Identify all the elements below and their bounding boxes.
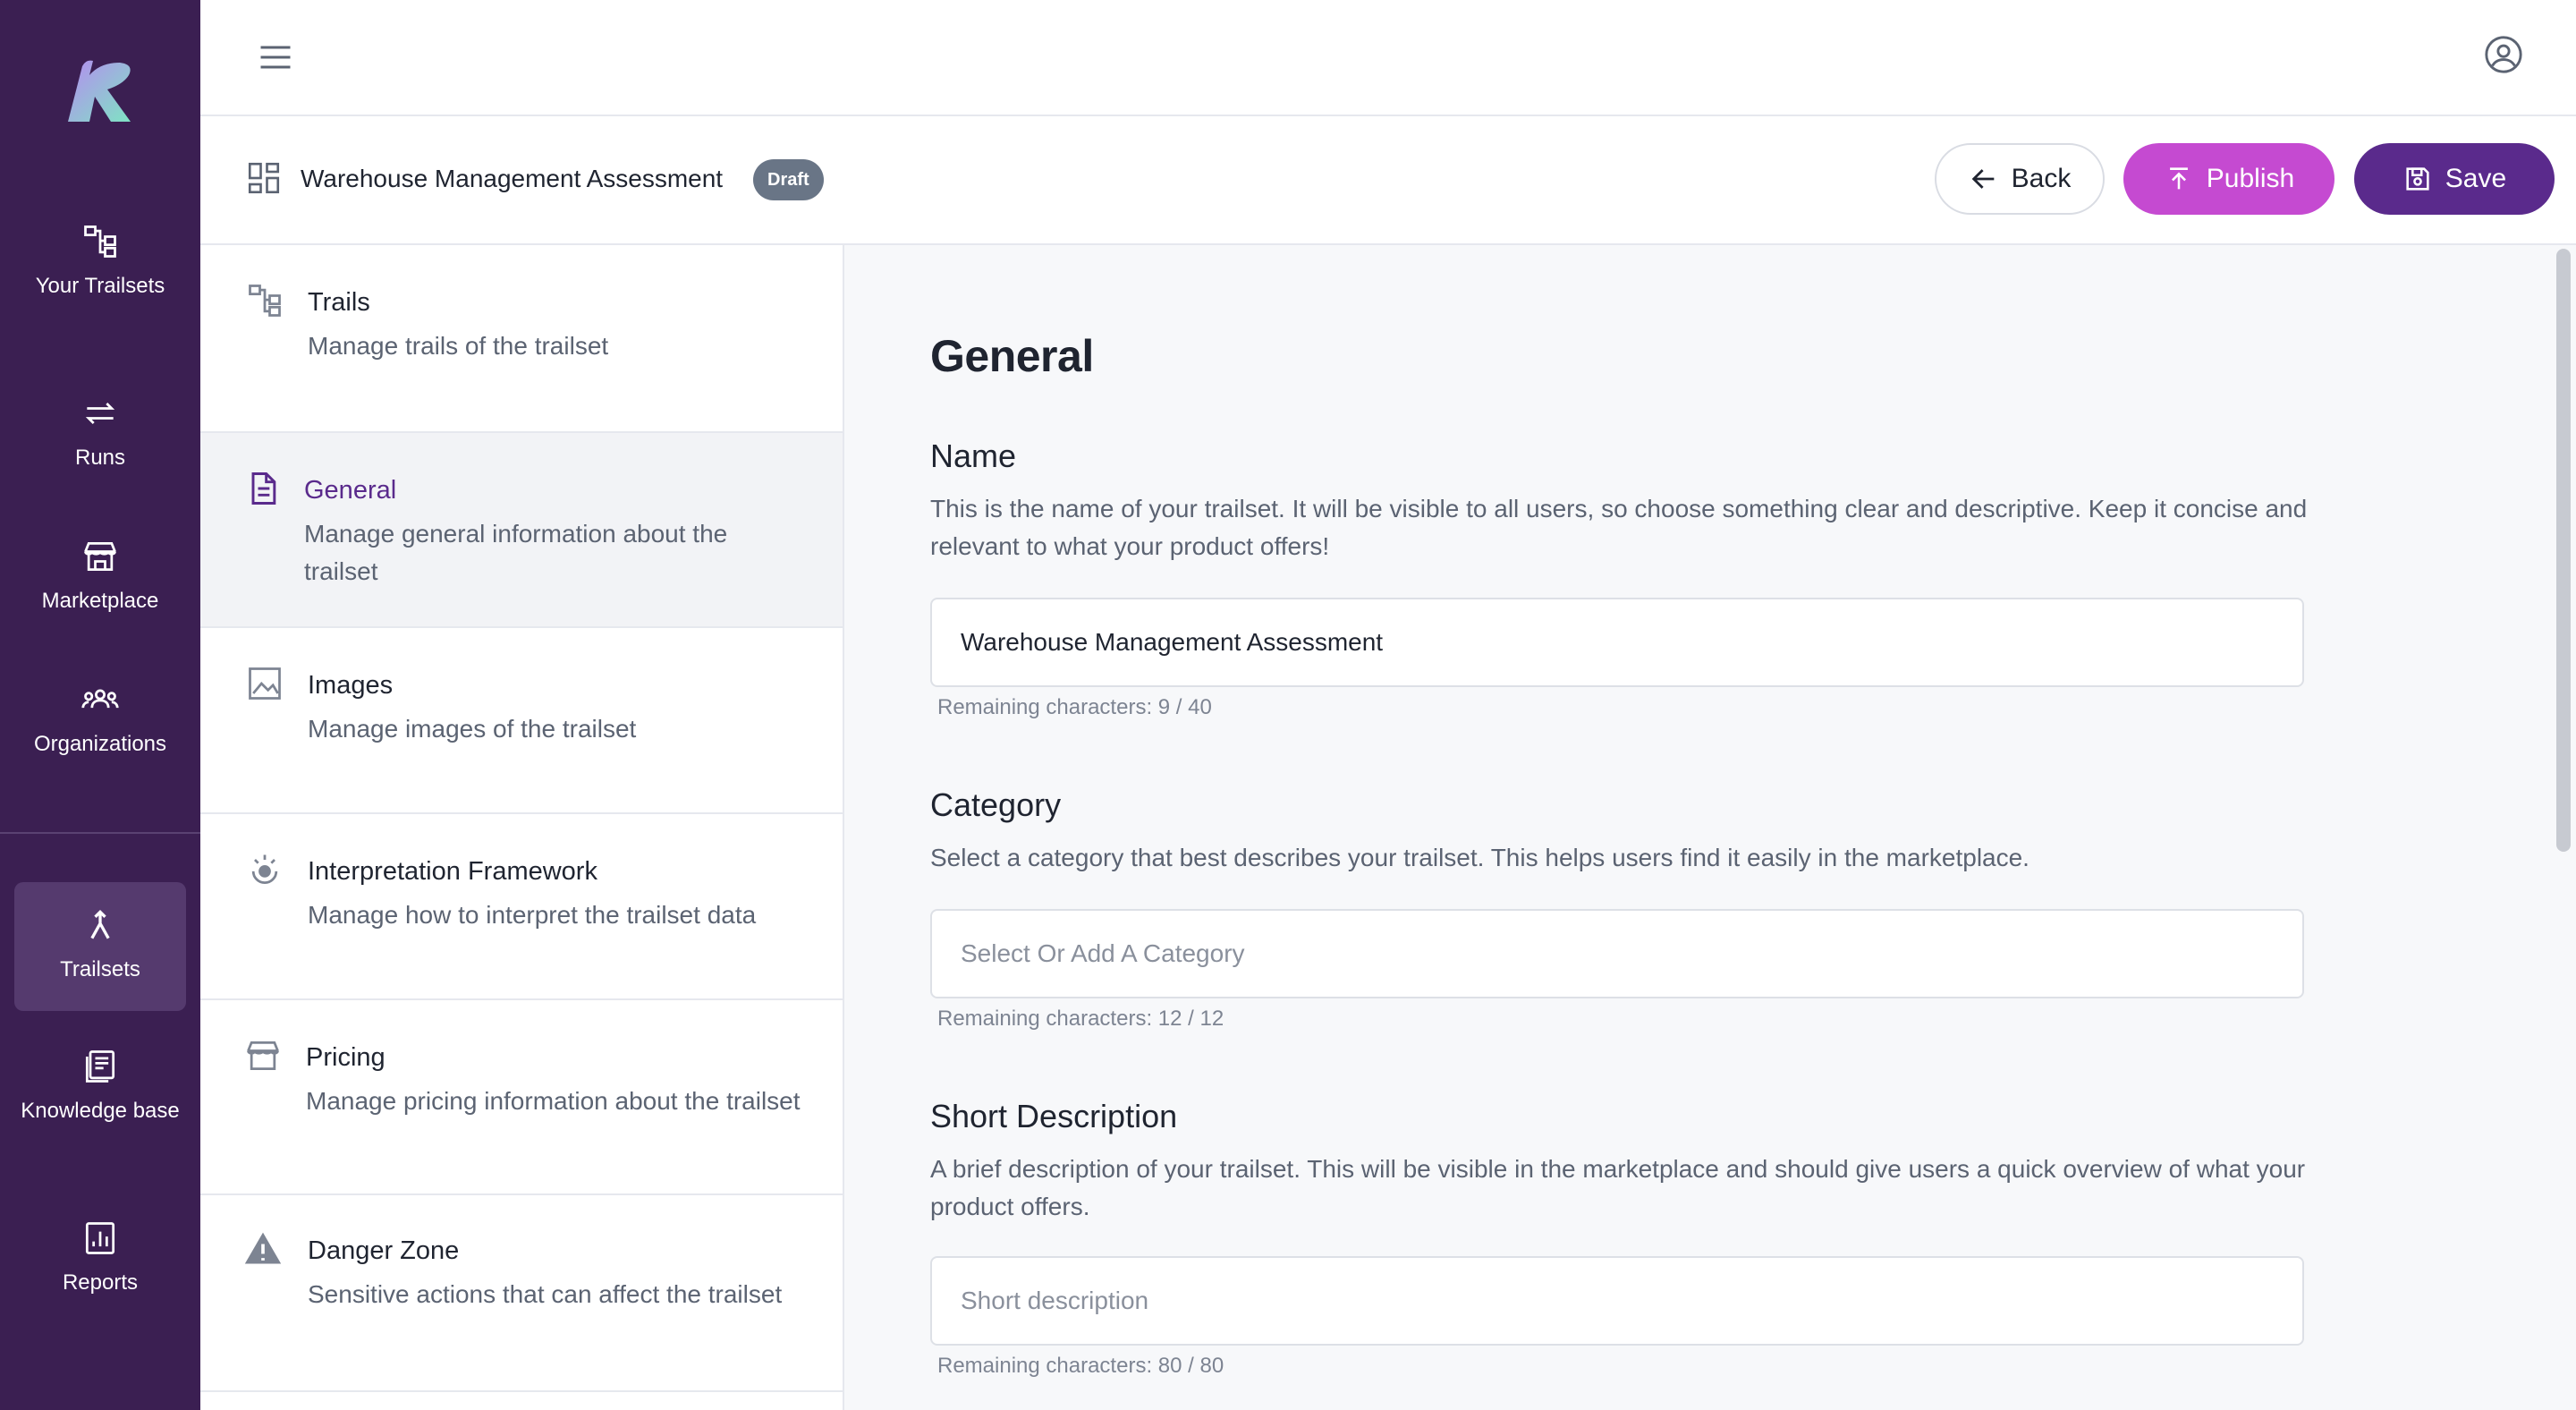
status-badge: Draft <box>753 159 824 200</box>
image-icon <box>249 667 281 700</box>
nav-item-label: Reports <box>62 1270 139 1295</box>
marketplace-icon <box>84 541 116 572</box>
category-description: Select a category that best describes yo… <box>930 844 2029 871</box>
nav-item-knowledge-base[interactable]: Knowledge base <box>14 1047 186 1125</box>
nav-item-label: Trailsets <box>60 957 140 981</box>
trails-icon <box>84 225 116 258</box>
settings-item-description: Manage trails of the trailset <box>308 332 609 360</box>
store-icon <box>247 1041 279 1071</box>
short-description-label: Short Description <box>930 1098 1178 1134</box>
name-description: This is the name of your trailset. It wi… <box>930 495 2308 560</box>
nav-item-label: Knowledge base <box>21 1099 180 1123</box>
reports-icon <box>85 1222 115 1254</box>
interpretation-icon <box>251 854 278 885</box>
settings-menu: Trails Manage trails of the trailset Gen… <box>200 245 844 1410</box>
category-select[interactable]: Select Or Add A Category <box>930 909 2304 998</box>
settings-item-description: Manage how to interpret the trailset dat… <box>308 901 757 929</box>
nav-item-marketplace[interactable]: Marketplace <box>14 537 186 616</box>
nav-item-your-trailsets[interactable]: Your Trailsets <box>14 222 186 301</box>
settings-item-title: Images <box>308 671 394 700</box>
settings-item-title: Trails <box>308 288 370 317</box>
save-button[interactable]: Save <box>2354 143 2555 215</box>
settings-item-title: General <box>304 476 397 505</box>
warning-icon <box>244 1232 282 1264</box>
save-button-label: Save <box>2445 164 2507 193</box>
trailsets-icon <box>90 909 110 939</box>
save-icon <box>2406 167 2429 191</box>
app-logo[interactable] <box>63 57 138 129</box>
upload-icon <box>2169 167 2188 190</box>
nav-item-label: Marketplace <box>41 589 159 613</box>
nav-item-organizations[interactable]: Organizations <box>14 680 186 759</box>
name-label: Name <box>930 437 1017 474</box>
dashboard-icon <box>248 162 280 194</box>
nav-rail: Your Trailsets Runs Marketplace Organiza… <box>0 0 200 1410</box>
settings-item-description: Manage pricing information about the tra… <box>306 1087 801 1115</box>
back-button-label: Back <box>2011 164 2072 193</box>
nav-item-label: Your Trailsets <box>35 274 165 298</box>
runs-icon <box>85 403 115 424</box>
nav-item-runs[interactable]: Runs <box>14 394 186 472</box>
hamburger-menu-icon[interactable] <box>256 38 295 77</box>
nav-item-label: Organizations <box>33 732 167 756</box>
settings-item-title: Interpretation Framework <box>308 857 597 886</box>
settings-item-interpretation-framework[interactable]: Interpretation Framework Manage how to i… <box>200 814 843 1000</box>
page-header: Warehouse Management Assessment Draft Ba… <box>200 116 2576 245</box>
arrow-left-icon <box>1971 169 1994 189</box>
back-button[interactable]: Back <box>1935 143 2105 215</box>
document-icon <box>251 472 276 505</box>
user-account-icon[interactable] <box>2483 34 2524 75</box>
trails-icon <box>249 285 281 317</box>
settings-item-trails[interactable]: Trails Manage trails of the trailset <box>200 245 843 433</box>
settings-item-pricing[interactable]: Pricing Manage pricing information about… <box>200 1000 843 1195</box>
settings-item-general[interactable]: General Manage general information about… <box>200 433 843 628</box>
nav-item-reports[interactable]: Reports <box>14 1219 186 1297</box>
settings-item-title: Danger Zone <box>308 1236 460 1265</box>
page-title: Warehouse Management Assessment <box>301 165 724 192</box>
publish-button[interactable]: Publish <box>2123 143 2334 215</box>
settings-item-description: Sensitive actions that can affect the tr… <box>308 1280 783 1308</box>
nav-divider <box>0 832 200 834</box>
settings-item-title: Pricing <box>306 1043 386 1072</box>
general-settings-panel: General Name This is the name of your tr… <box>844 245 2576 1410</box>
category-label: Category <box>930 786 1062 823</box>
nav-item-label: Runs <box>74 446 126 470</box>
top-bar <box>200 0 2576 116</box>
knowledge-base-icon <box>85 1050 115 1083</box>
settings-item-description: Manage general information about the tra… <box>304 520 728 585</box>
publish-button-label: Publish <box>2206 164 2295 193</box>
short-description-input[interactable]: Short description <box>930 1256 2304 1346</box>
short-description-help: A brief description of your trailset. Th… <box>930 1155 2306 1220</box>
short-description-remaining-characters: Remaining characters: 80 / 80 <box>937 1354 1224 1378</box>
settings-item-danger-zone[interactable]: Danger Zone Sensitive actions that can a… <box>200 1195 843 1392</box>
nav-item-trailsets[interactable]: Trailsets <box>14 882 186 1011</box>
settings-item-description: Manage images of the trailset <box>308 715 637 743</box>
category-remaining-characters: Remaining characters: 12 / 12 <box>937 1007 1224 1031</box>
scrollbar-thumb[interactable] <box>2556 249 2571 852</box>
section-heading: General <box>930 331 1094 381</box>
name-input[interactable]: Warehouse Management Assessment <box>930 598 2304 687</box>
organizations-icon <box>81 689 119 709</box>
name-remaining-characters: Remaining characters: 9 / 40 <box>937 695 1212 719</box>
settings-item-images[interactable]: Images Manage images of the trailset <box>200 628 843 814</box>
